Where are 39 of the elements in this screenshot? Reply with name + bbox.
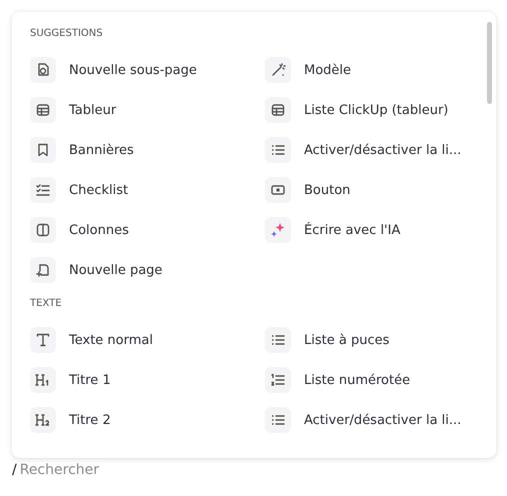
menu-item[interactable]: Titre 1 xyxy=(69,372,111,388)
scrollbar[interactable] xyxy=(487,22,492,104)
table-icon xyxy=(265,97,291,123)
menu-item[interactable]: Nouvelle sous-page xyxy=(69,62,197,78)
menu-item[interactable]: Tableur xyxy=(69,102,116,118)
menu-item[interactable]: Titre 2 xyxy=(69,412,111,428)
menu-item[interactable]: Nouvelle page xyxy=(69,262,162,278)
bookmark-icon xyxy=(30,137,56,163)
menu-item[interactable]: Bouton xyxy=(304,182,350,198)
section-heading: SUGGESTIONS xyxy=(30,27,104,41)
menu-item[interactable]: Checklist xyxy=(69,182,128,198)
search-field[interactable]: Rechercher xyxy=(20,462,200,478)
slash-text: / xyxy=(12,462,17,478)
text-icon xyxy=(30,327,56,353)
list-icon xyxy=(265,137,291,163)
menu-item[interactable]: Texte normal xyxy=(69,332,153,348)
sparkle-icon xyxy=(265,217,291,243)
wand-icon xyxy=(265,57,291,83)
heading-icon xyxy=(30,367,56,393)
file-icon xyxy=(30,57,56,83)
menu-item[interactable]: Colonnes xyxy=(69,222,129,238)
menu-item[interactable]: Liste à puces xyxy=(304,332,390,348)
list-icon xyxy=(265,407,291,433)
menu-item[interactable]: Activer/désactiver la li... xyxy=(304,142,462,158)
menu-item[interactable]: Écrire avec l'IA xyxy=(304,222,400,238)
menu-item[interactable]: Liste numérotée xyxy=(304,372,410,388)
list-icon xyxy=(265,327,291,353)
page-icon xyxy=(30,257,56,283)
columns-icon xyxy=(30,217,56,243)
heading-icon xyxy=(30,407,56,433)
menu-item[interactable]: Liste ClickUp (tableur) xyxy=(304,102,448,118)
button-icon xyxy=(265,177,291,203)
section-heading: TEXTE xyxy=(30,297,63,311)
checklist-icon xyxy=(30,177,56,203)
menu-item[interactable]: Activer/désactiver la li... xyxy=(304,412,462,428)
menu-item[interactable]: Modèle xyxy=(304,62,352,78)
menu-item[interactable]: Bannières xyxy=(69,142,134,158)
table-icon xyxy=(30,97,56,123)
numbered-list-icon xyxy=(265,367,291,393)
